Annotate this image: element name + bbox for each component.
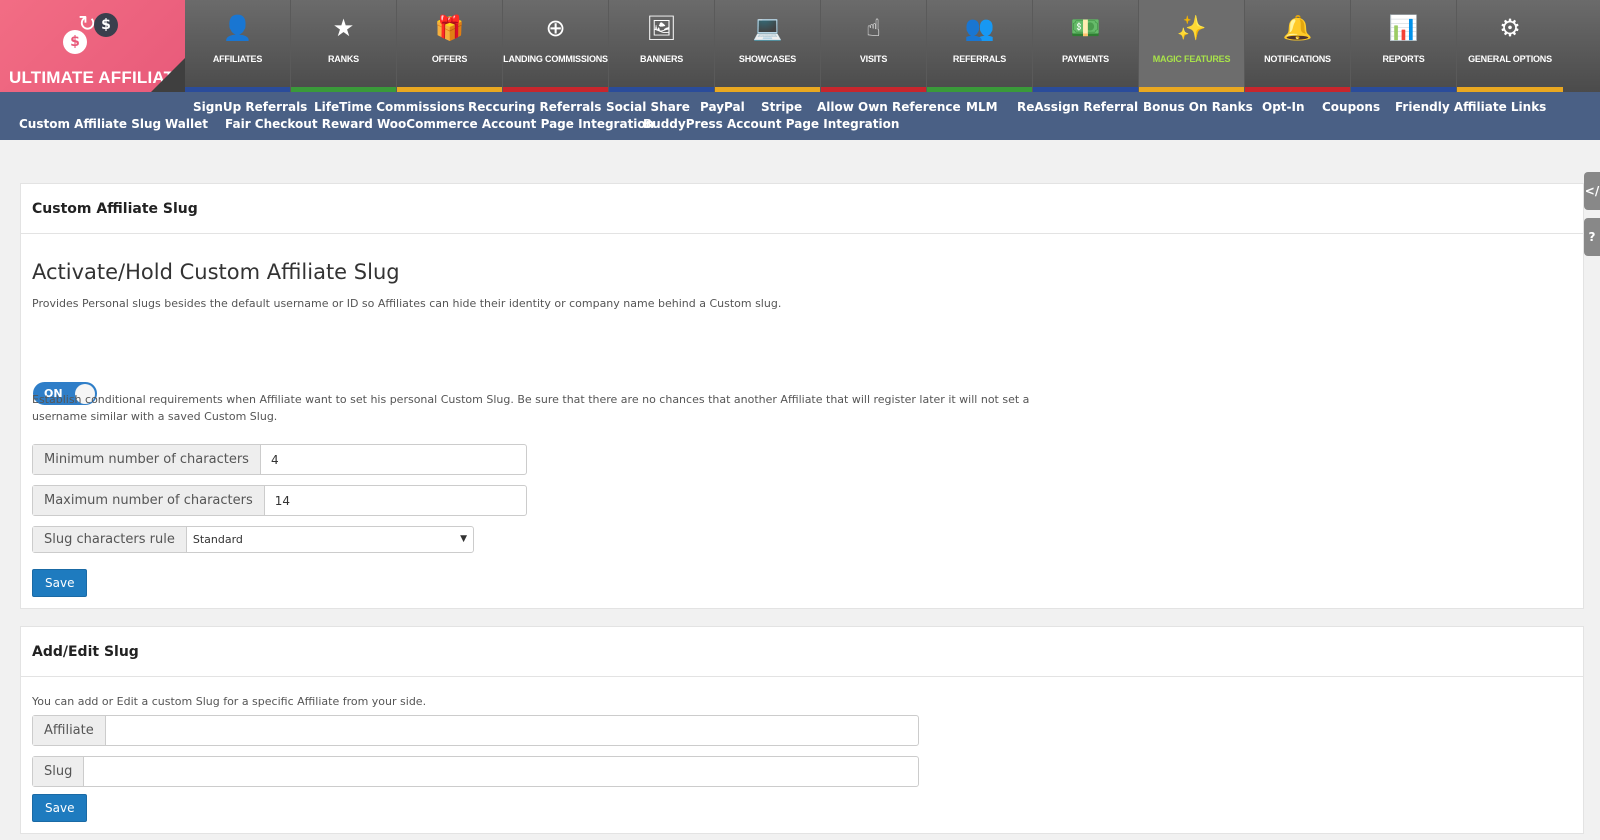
submenu-reccuring-referrals[interactable]: Reccuring Referrals [468,100,601,114]
slug-rule-group: Slug characters rule Standard ▼ [32,526,474,553]
save-button[interactable]: Save [32,794,88,822]
affiliate-input[interactable] [105,716,918,745]
nav-label: VISITS [859,54,888,64]
panel-title: Custom Affiliate Slug [21,184,1583,234]
slug-rule-label: Slug characters rule [33,527,187,552]
nav-referrals[interactable]: 👥 REFERRALS [927,0,1033,92]
affiliate-label: Affiliate [33,716,106,745]
nav-label: PAYMENTS [1062,54,1109,64]
slug-label: Slug [33,757,85,786]
submenu-reassign-referral[interactable]: ReAssign Referral [1017,100,1138,114]
nav-general-options[interactable]: ⚙ GENERAL OPTIONS [1457,0,1563,92]
min-characters-label: Minimum number of characters [33,445,261,474]
nav-ranks[interactable]: ★ RANKS [291,0,397,92]
magic-features-submenu: SignUp Referrals LifeTime Commissions Re… [0,92,1600,140]
submenu-buddypress-account-page-integration[interactable]: BuddyPress Account Page Integration [643,117,899,131]
image-icon: 🖼 [646,14,677,42]
section-description: Provides Personal slugs besides the defa… [32,297,782,310]
slug-input[interactable] [84,757,918,786]
submenu-stripe[interactable]: Stripe [761,100,802,114]
section-description: You can add or Edit a custom Slug for a … [32,695,427,708]
nav-label: REFERRALS [952,54,1007,64]
nav-label: GENERAL OPTIONS [1468,54,1552,64]
nav-label: MAGIC FEATURES [1152,54,1231,64]
submenu-opt-in[interactable]: Opt-In [1262,100,1305,114]
top-navigation: ↻ $ $ ULTIMATE AFFILIATE 👤 AFFILIATES ★ … [0,0,1600,92]
nav-label: OFFERS [431,54,468,64]
money-icon: 💵 [1070,14,1101,42]
min-characters-input[interactable] [260,445,526,474]
submenu-allow-own-reference[interactable]: Allow Own Reference [817,100,961,114]
gift-icon: 🎁 [434,14,465,42]
nav-label: BANNERS [639,54,684,64]
nav-magic-features[interactable]: ✨ MAGIC FEATURES [1139,0,1245,92]
code-icon[interactable]: </ [1584,172,1600,210]
nav-label: SHOWCASES [738,54,797,64]
dollar-coin-icon: $ [63,30,87,54]
logo-corner [151,58,185,92]
group-icon: 👥 [964,14,995,42]
conditions-text-line-1: Establish conditional requirements when … [32,393,1030,406]
star-icon: ★ [332,14,355,42]
submenu-custom-affiliate-slug[interactable]: Custom Affiliate Slug [19,117,161,131]
slug-rule-select[interactable]: Standard ▼ [187,527,473,552]
submenu-friendly-affiliate-links[interactable]: Friendly Affiliate Links [1395,100,1546,114]
section-heading: Activate/Hold Custom Affiliate Slug [32,260,400,284]
min-characters-group: Minimum number of characters [32,444,527,475]
affiliate-group: Affiliate [32,715,919,746]
submenu-lifetime-commissions[interactable]: LifeTime Commissions [314,100,465,114]
max-characters-label: Maximum number of characters [33,486,265,515]
add-edit-slug-panel: Add/Edit Slug You can add or Edit a cust… [20,626,1584,834]
slug-rule-value: Standard [192,533,243,546]
max-characters-input[interactable] [264,486,526,515]
submenu-woocommerce-account-page-integration[interactable]: WooCommerce Account Page Integration [377,117,654,131]
nav-notifications[interactable]: 🔔 NOTIFICATIONS [1245,0,1351,92]
conditions-text-line-2: username similar with a saved Custom Slu… [32,410,278,423]
bar-chart-icon: 📊 [1388,14,1419,42]
submenu-mlm[interactable]: MLM [966,100,998,114]
nav-landing-commissions[interactable]: ⊕ LANDING COMMISSIONS [503,0,609,92]
submenu-wallet[interactable]: Wallet [165,117,208,131]
nav-visits[interactable]: ☝ VISITS [821,0,927,92]
pointer-icon: ☝ [866,14,881,42]
nav-label: NOTIFICATIONS [1264,54,1331,64]
submenu-social-share[interactable]: Social Share [606,100,690,114]
submenu-coupons[interactable]: Coupons [1322,100,1380,114]
bell-icon: 🔔 [1282,14,1313,42]
nav-reports[interactable]: 📊 REPORTS [1351,0,1457,92]
max-characters-group: Maximum number of characters [32,485,527,516]
dollar-coin-icon: $ [94,13,118,37]
submenu-paypal[interactable]: PayPal [700,100,745,114]
nav-offers[interactable]: 🎁 OFFERS [397,0,503,92]
magic-wand-icon: ✨ [1176,14,1207,42]
plus-circle-icon: ⊕ [545,14,566,42]
help-icon[interactable]: ? [1584,218,1600,256]
submenu-fair-checkout-reward[interactable]: Fair Checkout Reward [225,117,373,131]
nav-label: LANDING COMMISSIONS [503,54,608,64]
nav-payments[interactable]: 💵 PAYMENTS [1033,0,1139,92]
user-icon: 👤 [222,14,253,42]
ultimate-affiliate-logo[interactable]: ↻ $ $ ULTIMATE AFFILIATE [0,0,185,92]
nav-banners[interactable]: 🖼 BANNERS [609,0,715,92]
nav-label: REPORTS [1382,54,1425,64]
nav-label: AFFILIATES [212,54,263,64]
laptop-icon: 💻 [752,14,783,42]
nav-label: RANKS [327,54,359,64]
save-button[interactable]: Save [32,569,88,597]
submenu-bonus-on-ranks[interactable]: Bonus On Ranks [1143,100,1253,114]
slug-group: Slug [32,756,919,787]
custom-affiliate-slug-panel: Custom Affiliate Slug Activate/Hold Cust… [20,183,1584,609]
nav-affiliates[interactable]: 👤 AFFILIATES [185,0,291,92]
caret-down-icon: ▼ [460,534,467,544]
panel-title: Add/Edit Slug [21,627,1583,677]
nav-showcases[interactable]: 💻 SHOWCASES [715,0,821,92]
gear-icon: ⚙ [1499,14,1521,42]
submenu-signup-referrals[interactable]: SignUp Referrals [193,100,307,114]
